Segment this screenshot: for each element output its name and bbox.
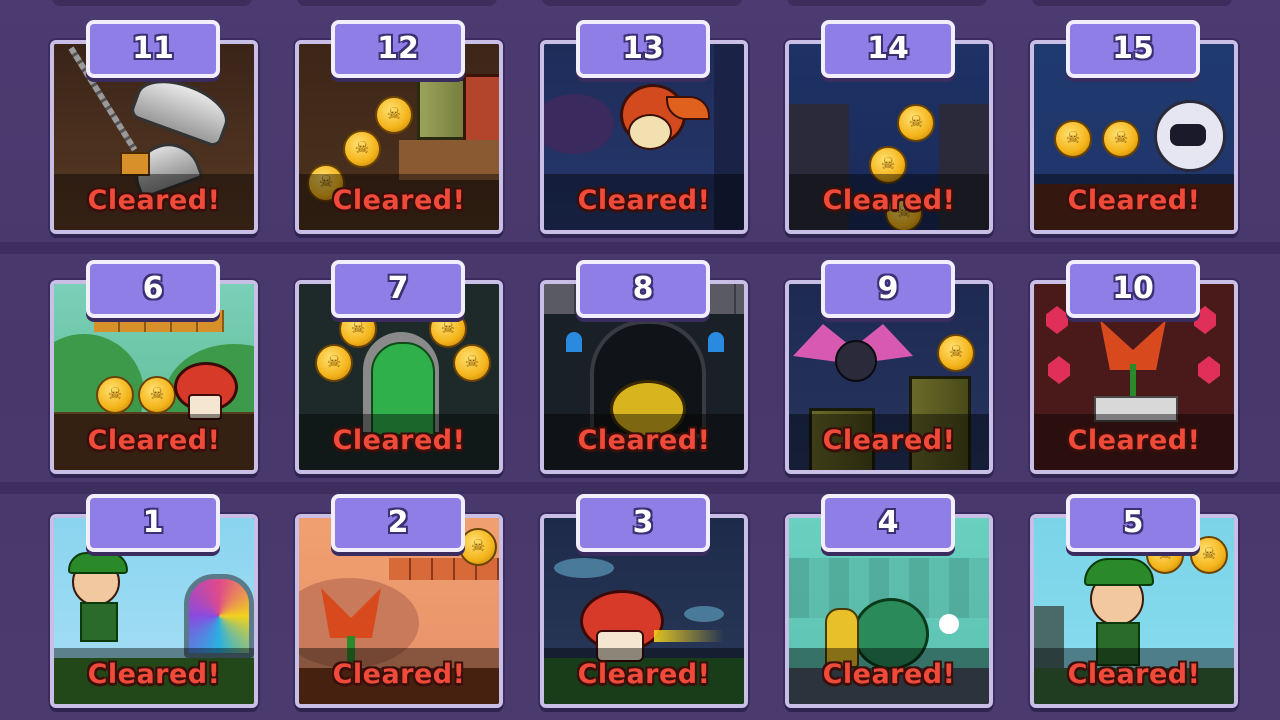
level-number-badge-14[interactable]: 14 — [821, 20, 955, 78]
level-number-badge-7[interactable]: 7 — [331, 260, 465, 318]
level-number-badge-11[interactable]: 11 — [86, 20, 220, 78]
level-number-badge-2[interactable]: 2 — [331, 494, 465, 552]
level-number-badge-15[interactable]: 15 — [1066, 20, 1200, 78]
previous-row-edge — [52, 0, 252, 6]
cleared-label: Cleared! — [87, 425, 221, 456]
cleared-label: Cleared! — [822, 185, 956, 216]
row-divider — [0, 242, 1280, 254]
cleared-label: Cleared! — [332, 425, 466, 456]
level-number-badge-6[interactable]: 6 — [86, 260, 220, 318]
previous-row-edge — [297, 0, 497, 6]
level-select-screen: Cleared! 11 ☠ ☠ ☠ Cleared! 12 Cleared! 1… — [0, 0, 1280, 720]
level-number-badge-13[interactable]: 13 — [576, 20, 710, 78]
cleared-label: Cleared! — [577, 659, 711, 690]
level-number-badge-5[interactable]: 5 — [1066, 494, 1200, 552]
previous-row-edge — [542, 0, 742, 6]
level-number-badge-10[interactable]: 10 — [1066, 260, 1200, 318]
level-number-badge-9[interactable]: 9 — [821, 260, 955, 318]
cleared-label: Cleared! — [87, 659, 221, 690]
cleared-label: Cleared! — [577, 425, 711, 456]
level-number-badge-8[interactable]: 8 — [576, 260, 710, 318]
row-divider — [0, 482, 1280, 494]
cleared-label: Cleared! — [822, 659, 956, 690]
level-number-badge-1[interactable]: 1 — [86, 494, 220, 552]
cleared-label: Cleared! — [87, 185, 221, 216]
cleared-label: Cleared! — [1067, 185, 1201, 216]
level-number-badge-12[interactable]: 12 — [331, 20, 465, 78]
cleared-label: Cleared! — [822, 425, 956, 456]
cleared-label: Cleared! — [332, 659, 466, 690]
level-number-badge-3[interactable]: 3 — [576, 494, 710, 552]
cleared-label: Cleared! — [1067, 659, 1201, 690]
cleared-label: Cleared! — [577, 185, 711, 216]
cleared-label: Cleared! — [332, 185, 466, 216]
previous-row-edge — [1032, 0, 1232, 6]
cleared-label: Cleared! — [1067, 425, 1201, 456]
level-number-badge-4[interactable]: 4 — [821, 494, 955, 552]
previous-row-edge — [787, 0, 987, 6]
